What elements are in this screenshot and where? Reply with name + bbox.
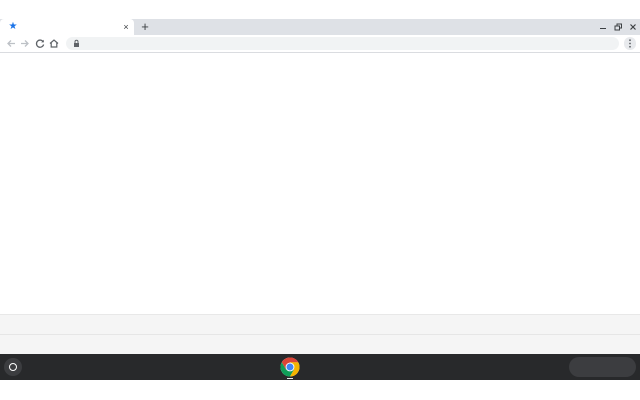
reload-icon (35, 39, 45, 48)
url-input[interactable] (84, 37, 609, 50)
toolbar (0, 35, 640, 53)
bookmark-star-icon: ★ (8, 21, 18, 32)
reload-button[interactable] (34, 37, 46, 50)
new-tab-button[interactable]: + (139, 20, 151, 34)
chrome-icon[interactable] (280, 357, 300, 377)
launcher-button[interactable] (4, 358, 22, 376)
more-vertical-icon (629, 39, 631, 48)
page-content (0, 53, 640, 314)
arrow-left-icon (7, 40, 15, 47)
shelf (0, 354, 640, 380)
divider (0, 334, 640, 335)
browser-window: ★ × + (0, 0, 640, 355)
tab-close-button[interactable]: × (121, 21, 131, 33)
close-icon (630, 24, 636, 30)
forward-button[interactable] (19, 37, 31, 50)
close-window-button[interactable] (627, 21, 639, 33)
below-shelf-area (0, 380, 640, 400)
menu-button[interactable] (624, 37, 636, 50)
home-icon (49, 39, 59, 48)
restore-icon (614, 23, 622, 31)
tab-strip: ★ × + (0, 19, 640, 35)
bottom-panel (0, 314, 640, 355)
home-button[interactable] (48, 37, 60, 50)
lock-icon (74, 39, 79, 47)
minimize-icon (600, 28, 606, 29)
address-bar[interactable] (66, 37, 619, 50)
screen: ★ × + (0, 0, 640, 400)
back-button[interactable] (5, 37, 17, 50)
active-tab[interactable]: ★ × (0, 19, 134, 35)
launcher-icon (9, 363, 17, 371)
minimize-button[interactable] (597, 21, 609, 33)
status-tray[interactable] (569, 357, 636, 377)
tab-title (22, 21, 118, 33)
arrow-right-icon (21, 40, 29, 47)
running-indicator (287, 378, 293, 379)
restore-button[interactable] (612, 21, 624, 33)
